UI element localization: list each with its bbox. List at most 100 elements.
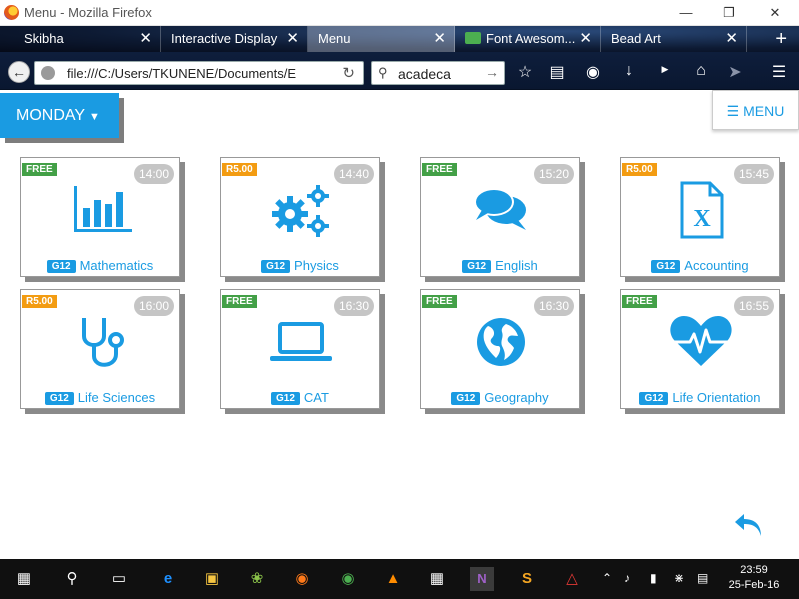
sublime-icon[interactable]: S [515, 567, 539, 591]
task-view-icon[interactable]: ▭ [107, 567, 131, 591]
subject-label: G12 Geography [421, 390, 579, 405]
hamburger-icon: ☰ [726, 103, 740, 119]
page-content: MONDAY ▼ ☰ MENU FREE 14:00 G12 Mathematics… [0, 90, 799, 559]
paint-icon[interactable]: ❀ [245, 567, 269, 591]
windows-start-icon[interactable]: ▦ [12, 567, 36, 591]
clock[interactable]: 23:59 25-Feb-16 [724, 563, 784, 593]
menu-label: MENU [743, 103, 785, 119]
grade-badge: G12 [451, 392, 481, 405]
maximize-button[interactable]: ❐ [716, 3, 742, 23]
close-window-button[interactable]: ✕ [762, 3, 788, 23]
tab-label: Font Awesom... [486, 31, 576, 46]
tab-strip: Skibha ✕ Interactive Display ✕ Menu ✕ Fo… [0, 26, 799, 52]
day-dropdown-button[interactable]: MONDAY ▼ [0, 93, 119, 138]
reload-icon[interactable]: ↻ [342, 64, 355, 82]
tray-chevron-icon[interactable]: ⌃ [602, 571, 612, 585]
new-tab-button[interactable]: + [775, 26, 787, 52]
subject-card-life-orientation[interactable]: FREE 16:55 G12 Life Orientation [620, 289, 780, 409]
price-badge: FREE [222, 295, 257, 308]
tab-label: Interactive Display [171, 31, 278, 46]
tab-font-awesome[interactable]: Font Awesom... ✕ [455, 26, 601, 52]
clock-date: 25-Feb-16 [728, 579, 780, 591]
subject-label: G12 English [421, 258, 579, 273]
back-button[interactable]: ← [8, 61, 30, 83]
vlc-icon[interactable]: ▲ [381, 567, 405, 591]
download-icon[interactable]: ↓ [618, 62, 640, 80]
chrome-icon[interactable]: ◉ [336, 567, 360, 591]
notifications-icon[interactable]: ▤ [697, 571, 708, 585]
grade-badge: G12 [46, 260, 76, 273]
search-icon: ⚲ [378, 65, 388, 80]
onenote-icon[interactable]: N [470, 567, 494, 591]
hamburger-menu-icon[interactable]: ☰ [768, 62, 790, 82]
subject-card-geography[interactable]: FREE 16:30 G12 Geography [420, 289, 580, 409]
edge-browser-icon[interactable]: e [156, 567, 180, 591]
svg-text:X: X [693, 206, 711, 232]
globe-icon [461, 312, 541, 372]
subject-label: G12 Life Sciences [21, 390, 179, 405]
subject-name: Physics [294, 258, 339, 273]
pocket-icon[interactable]: ◉ [582, 62, 604, 82]
search-bar[interactable]: ⚲ acadeca → [371, 61, 505, 85]
subject-name: Geography [484, 390, 549, 405]
subject-card-cat[interactable]: FREE 16:30 G12 CAT [220, 289, 380, 409]
navigation-bar: ← file:///C:/Users/TKUNENE/Documents/E ↻… [0, 52, 799, 90]
subject-name: CAT [303, 390, 329, 405]
subject-card-physics[interactable]: R5.00 14:40 G12 Physics [220, 157, 380, 277]
tab-interactive-display[interactable]: Interactive Display ✕ [161, 26, 308, 52]
menu-button[interactable]: ☰ MENU [712, 90, 799, 130]
close-tab-icon[interactable]: ✕ [725, 26, 738, 52]
tab-bead-art[interactable]: Bead Art ✕ [601, 26, 747, 52]
firefox-icon[interactable]: ◉ [290, 567, 314, 591]
bar-chart-icon [61, 180, 141, 240]
store-icon[interactable]: ▦ [425, 567, 449, 591]
grade-badge: G12 [44, 392, 74, 405]
grade-badge: G12 [462, 260, 492, 273]
subject-card-accounting[interactable]: R5.00 15:45 X G12 Accounting [620, 157, 780, 277]
price-badge: R5.00 [622, 163, 657, 176]
title-bar: Menu - Mozilla Firefox — ❐ ✕ [0, 0, 799, 26]
search-icon[interactable]: ⚲ [60, 567, 84, 591]
gears-icon [261, 180, 341, 240]
acrobat-icon[interactable]: △ [560, 567, 584, 591]
youtube-icon[interactable]: ▶ [654, 64, 676, 75]
laptop-icon [261, 312, 341, 372]
search-go-icon[interactable]: → [485, 64, 499, 80]
price-badge: FREE [422, 163, 457, 176]
home-icon[interactable]: ⌂ [690, 62, 712, 80]
subject-name: English [495, 258, 538, 273]
grade-badge: G12 [271, 392, 300, 405]
bookmark-star-icon[interactable]: ☆ [514, 62, 536, 82]
stethoscope-icon [61, 312, 141, 372]
close-tab-icon[interactable]: ✕ [139, 26, 152, 52]
search-query: acadeca [398, 66, 451, 82]
price-badge: FREE [22, 163, 57, 176]
battery-icon[interactable]: ▮ [650, 571, 657, 585]
reader-list-icon[interactable]: ▤ [546, 62, 568, 82]
tab-skibha[interactable]: Skibha ✕ [14, 26, 161, 52]
close-tab-icon[interactable]: ✕ [579, 26, 592, 52]
subject-card-life-sciences[interactable]: R5.00 16:00 G12 Life Sciences [20, 289, 180, 409]
price-badge: FREE [422, 295, 457, 308]
subject-card-mathematics[interactable]: FREE 14:00 G12 Mathematics [20, 157, 180, 277]
subject-name: Life Sciences [77, 390, 156, 405]
caret-down-icon: ▼ [89, 111, 100, 123]
minimize-button[interactable]: — [673, 3, 699, 23]
close-tab-icon[interactable]: ✕ [286, 26, 299, 52]
subject-name: Accounting [684, 258, 749, 273]
send-icon[interactable]: ➤ [724, 62, 746, 82]
subject-label: G12 Physics [221, 258, 379, 273]
volume-icon[interactable]: ♪ [624, 571, 630, 585]
taskbar: ▦ ⚲ ▭ e ▣ ❀ ◉ ◉ ▲ ▦ N S △ ⌃ ♪ ▮ ⋇ ▤ 23:5… [0, 559, 799, 599]
price-badge: R5.00 [222, 163, 257, 176]
close-tab-icon[interactable]: ✕ [433, 26, 446, 52]
back-reply-icon[interactable] [732, 510, 766, 540]
url-bar[interactable]: file:///C:/Users/TKUNENE/Documents/E ↻ [34, 61, 364, 85]
tab-label: Menu [318, 31, 351, 46]
subject-label: G12 CAT [221, 390, 379, 405]
wifi-icon[interactable]: ⋇ [674, 571, 684, 585]
subject-label: G12 Accounting [621, 258, 779, 273]
file-explorer-icon[interactable]: ▣ [200, 567, 224, 591]
tab-menu[interactable]: Menu ✕ [308, 26, 455, 52]
subject-card-english[interactable]: FREE 15:20 G12 English [420, 157, 580, 277]
